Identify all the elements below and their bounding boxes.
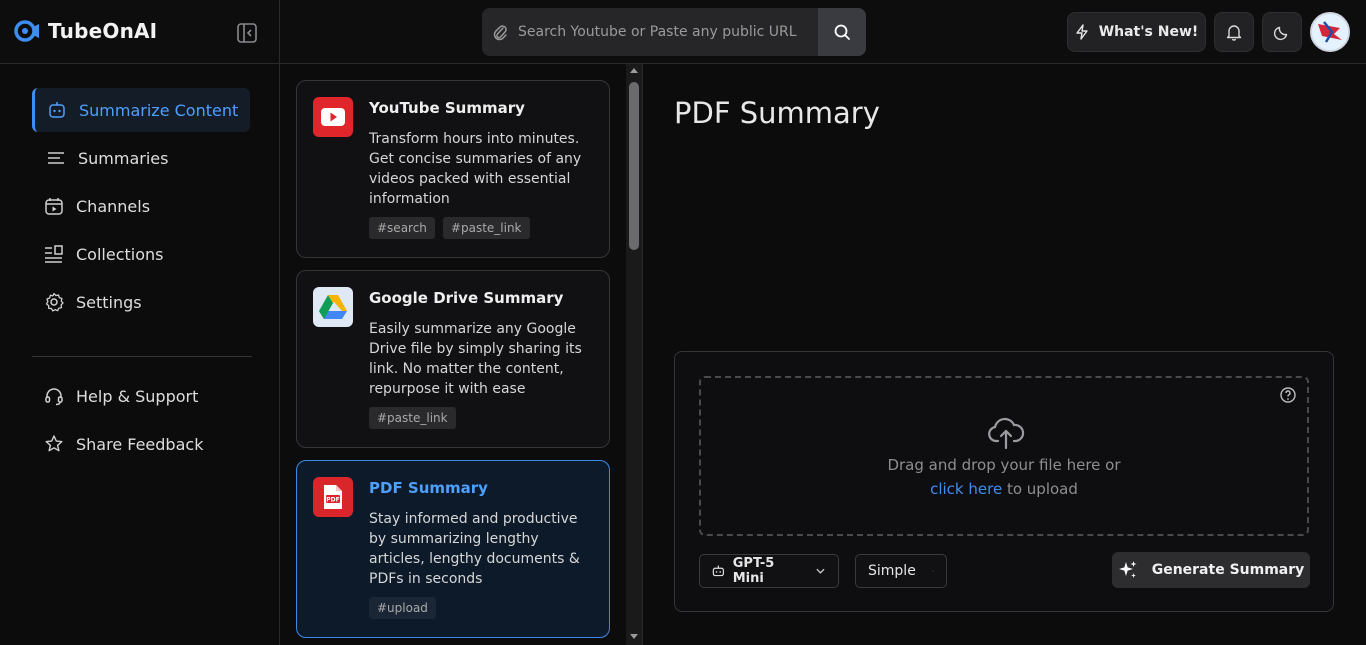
main-divider bbox=[642, 64, 643, 645]
summary-type-list: YouTube Summary Transform hours into min… bbox=[280, 64, 642, 645]
card-title: PDF Summary bbox=[369, 479, 488, 497]
calendar-icon bbox=[44, 196, 64, 216]
chevron-down-icon bbox=[932, 570, 934, 572]
sidebar-item-label: Help & Support bbox=[76, 386, 199, 406]
file-dropzone[interactable]: Drag and drop your file here or click he… bbox=[699, 376, 1309, 536]
whats-new-label: What's New! bbox=[1098, 24, 1199, 40]
sidebar-item-share-feedback[interactable]: Share Feedback bbox=[44, 422, 203, 466]
tag: #upload bbox=[369, 597, 436, 619]
brand[interactable]: TubeOnAI bbox=[14, 18, 157, 44]
sidebar-item-label: Share Feedback bbox=[76, 434, 204, 454]
collapse-sidebar-icon[interactable] bbox=[236, 22, 258, 44]
generate-summary-label: Generate Summary bbox=[1151, 562, 1305, 578]
avatar[interactable] bbox=[1310, 12, 1350, 52]
chevron-down-icon bbox=[816, 568, 825, 574]
card-title: YouTube Summary bbox=[369, 99, 525, 117]
sidebar: Summarize Content Summaries Channels Col… bbox=[0, 64, 280, 645]
headset-icon bbox=[44, 386, 64, 406]
page-title: PDF Summary bbox=[674, 96, 880, 130]
search-button[interactable] bbox=[818, 8, 866, 56]
mode-select-value: Simple bbox=[868, 563, 916, 579]
youtube-summary-card[interactable]: YouTube Summary Transform hours into min… bbox=[296, 80, 610, 258]
list-icon bbox=[46, 148, 66, 168]
moon-icon bbox=[1273, 26, 1288, 41]
paperclip-icon[interactable] bbox=[482, 23, 518, 41]
top-bar: TubeOnAI What's New! bbox=[0, 0, 1366, 64]
tag: #paste_link bbox=[369, 407, 456, 429]
sidebar-item-collections[interactable]: Collections bbox=[44, 232, 163, 276]
search-icon bbox=[834, 24, 850, 40]
mode-select[interactable]: Simple bbox=[855, 554, 947, 588]
tag: #search bbox=[369, 217, 435, 239]
whats-new-button[interactable]: What's New! bbox=[1067, 12, 1206, 52]
star-icon bbox=[44, 434, 64, 454]
sparkles-icon bbox=[1118, 561, 1137, 578]
card-description: Stay informed and productive by summariz… bbox=[369, 511, 580, 587]
gear-icon bbox=[44, 292, 64, 312]
sidebar-item-label: Summarize Content bbox=[79, 100, 239, 120]
card-tags: #search #paste_link bbox=[369, 217, 530, 239]
generate-summary-button[interactable]: Generate Summary bbox=[1112, 552, 1310, 588]
help-icon[interactable] bbox=[1279, 386, 1297, 404]
cards-scrollbar[interactable] bbox=[626, 64, 642, 645]
user-avatar-icon bbox=[1312, 14, 1348, 50]
tubeonai-logo-icon bbox=[14, 20, 39, 42]
scroll-down-icon[interactable] bbox=[630, 634, 638, 639]
sidebar-item-channels[interactable]: Channels bbox=[44, 184, 150, 228]
app: TubeOnAI What's New! bbox=[0, 0, 1366, 645]
card-description: Easily summarize any Google Drive file b… bbox=[369, 321, 582, 397]
card-tags: #paste_link bbox=[369, 407, 456, 429]
scroll-up-icon[interactable] bbox=[630, 68, 638, 73]
scrollbar-thumb[interactable] bbox=[629, 82, 639, 250]
sidebar-item-label: Settings bbox=[76, 292, 142, 312]
upload-hint: click here to upload bbox=[701, 480, 1307, 498]
click-here-link[interactable]: click here bbox=[930, 480, 1002, 498]
upload-panel: Drag and drop your file here or click he… bbox=[674, 351, 1334, 612]
card-description: Transform hours into minutes. Get concis… bbox=[369, 131, 582, 207]
notifications-button[interactable] bbox=[1214, 12, 1254, 52]
bot-icon bbox=[712, 565, 724, 577]
pdf-summary-card[interactable]: PDF PDF Summary Stay informed and produc… bbox=[296, 460, 610, 638]
google-drive-icon bbox=[313, 287, 353, 327]
theme-toggle-button[interactable] bbox=[1262, 12, 1302, 52]
sidebar-item-summaries[interactable]: Summaries bbox=[46, 136, 168, 180]
cloud-upload-icon bbox=[988, 417, 1025, 450]
sidebar-item-help-support[interactable]: Help & Support bbox=[44, 374, 198, 418]
youtube-icon bbox=[313, 97, 353, 137]
to-upload-text: to upload bbox=[1006, 480, 1078, 498]
search-input[interactable] bbox=[518, 24, 818, 40]
brand-name: TubeOnAI bbox=[48, 19, 158, 43]
svg-text:PDF: PDF bbox=[326, 497, 339, 504]
bot-icon bbox=[47, 100, 67, 120]
lightning-icon bbox=[1076, 24, 1088, 40]
card-tags: #upload bbox=[369, 597, 436, 619]
bell-icon bbox=[1226, 25, 1242, 41]
card-title: Google Drive Summary bbox=[369, 289, 564, 307]
header-divider bbox=[279, 0, 280, 64]
sidebar-item-label: Collections bbox=[76, 244, 164, 264]
search-bar bbox=[482, 8, 866, 56]
sidebar-divider bbox=[32, 356, 252, 357]
sidebar-item-settings[interactable]: Settings bbox=[44, 280, 142, 324]
sidebar-item-summarize-content[interactable]: Summarize Content bbox=[32, 88, 250, 132]
model-select-value: GPT-5 Mini bbox=[732, 556, 775, 586]
collections-icon bbox=[44, 244, 64, 264]
model-select[interactable]: GPT-5 Mini bbox=[699, 554, 839, 588]
google-drive-summary-card[interactable]: Google Drive Summary Easily summarize an… bbox=[296, 270, 610, 448]
pdf-icon: PDF bbox=[313, 477, 353, 517]
tag: #paste_link bbox=[442, 217, 530, 239]
sidebar-item-label: Summaries bbox=[78, 148, 169, 168]
sidebar-item-label: Channels bbox=[76, 196, 151, 216]
drop-instructions: Drag and drop your file here or bbox=[887, 456, 1121, 474]
